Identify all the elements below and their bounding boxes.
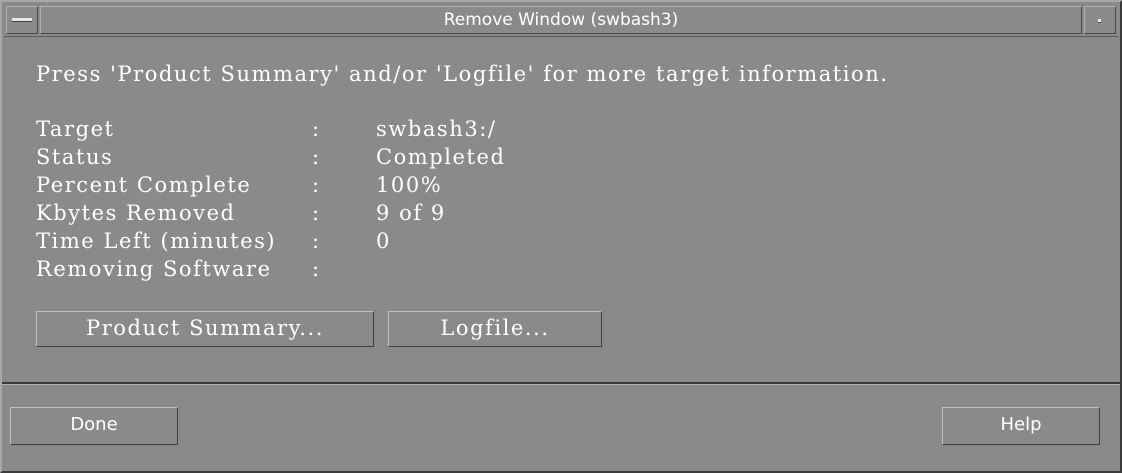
info-separator: : [312, 117, 321, 141]
separator-line [2, 382, 1120, 385]
minimize-icon [1098, 19, 1101, 23]
info-separator: : [312, 145, 321, 169]
info-value: 100% [376, 173, 443, 197]
info-separator: : [312, 229, 321, 253]
minimize-button[interactable] [1084, 6, 1116, 34]
logfile-button[interactable]: Logfile... [388, 311, 602, 347]
product-summary-button[interactable]: Product Summary... [36, 311, 374, 347]
info-row-time-left: Time Left (minutes) : 0 [36, 227, 389, 255]
info-value: 9 of 9 [376, 201, 446, 225]
info-row-kbytes-removed: Kbytes Removed : 9 of 9 [36, 199, 444, 227]
window-menu-icon [12, 18, 32, 22]
remove-window: Remove Window (swbash3) Press 'Product S… [0, 0, 1122, 473]
window-menu-button[interactable] [6, 6, 38, 34]
info-label: Percent Complete [36, 173, 252, 197]
info-value: Completed [376, 145, 506, 169]
window-title: Remove Window (swbash3) [40, 6, 1082, 34]
info-value: swbash3:/ [376, 117, 497, 141]
info-row-percent-complete: Percent Complete : 100% [36, 171, 441, 199]
info-label: Kbytes Removed [36, 201, 236, 225]
info-value: 0 [376, 229, 391, 253]
info-label: Time Left (minutes) [36, 229, 277, 253]
info-separator: : [312, 173, 321, 197]
info-row-status: Status : Completed [36, 143, 504, 171]
info-label: Status [36, 145, 114, 169]
intro-text: Press 'Product Summary' and/or 'Logfile'… [36, 62, 889, 86]
info-label: Target [36, 117, 115, 141]
info-separator: : [312, 257, 321, 281]
info-row-removing-software: Removing Software : [36, 255, 319, 283]
title-bar[interactable]: Remove Window (swbash3) [4, 4, 1118, 37]
info-label: Removing Software [36, 257, 272, 281]
info-separator: : [312, 201, 321, 225]
info-row-target: Target : swbash3:/ [36, 115, 495, 143]
help-button[interactable]: Help [942, 407, 1100, 445]
done-button[interactable]: Done [10, 407, 178, 445]
